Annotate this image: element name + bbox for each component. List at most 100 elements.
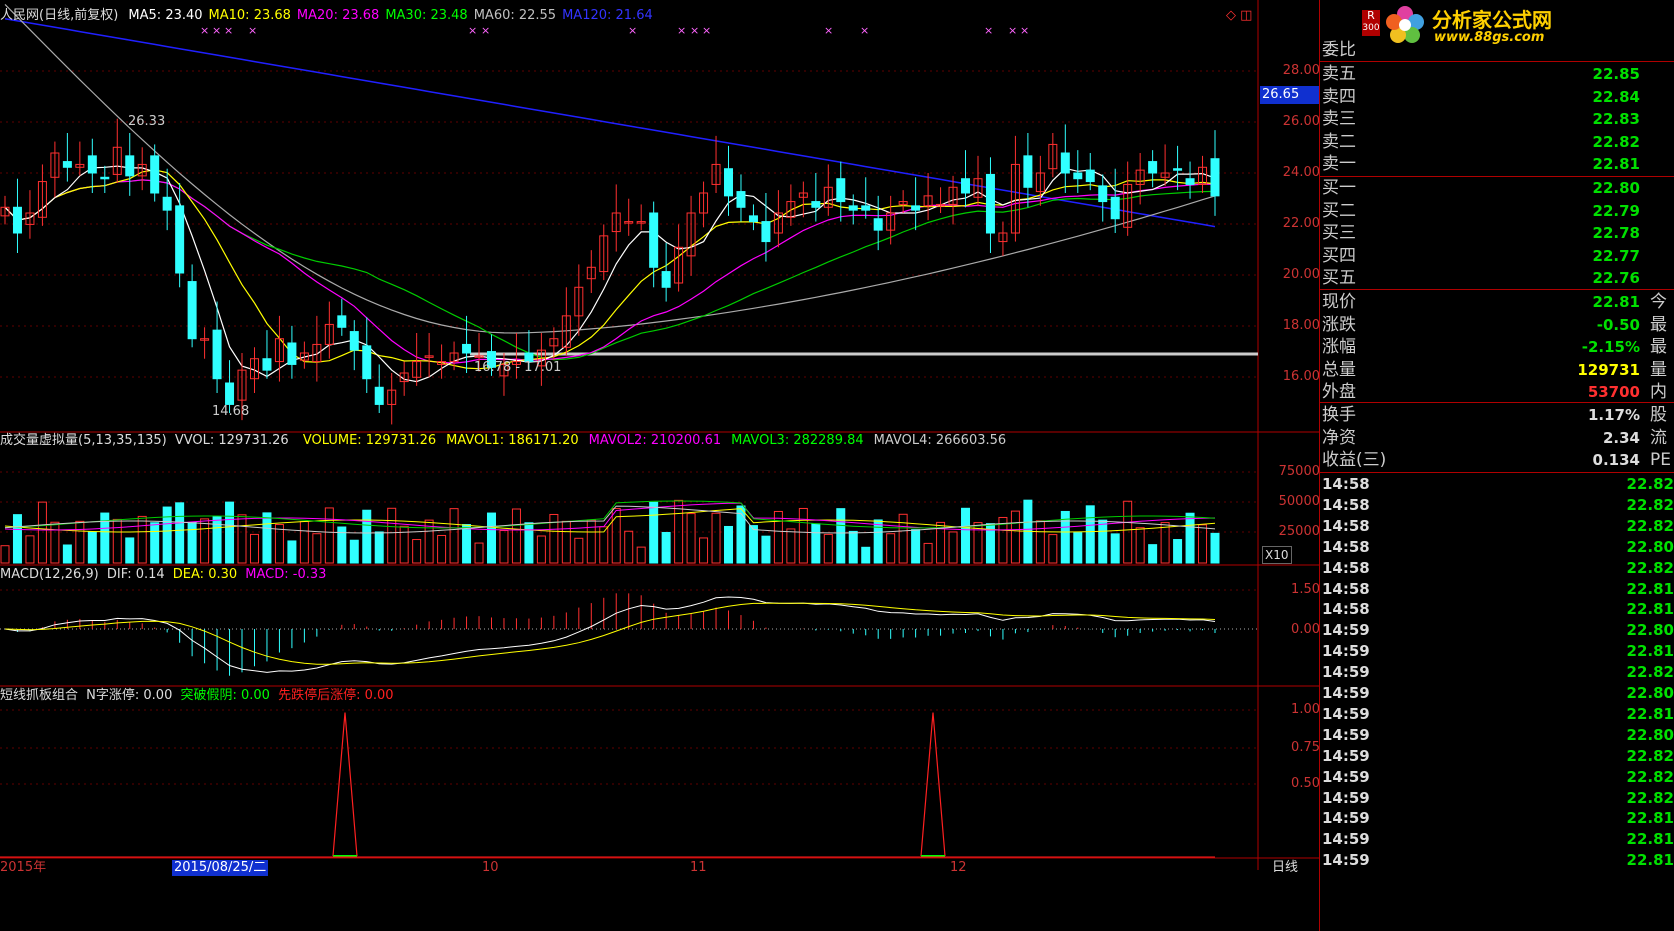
vol-label-4: MAVOL4: 266603.56 xyxy=(873,433,1007,448)
volume-bar-down xyxy=(12,514,22,564)
r-badge[interactable]: R 300 xyxy=(1362,10,1380,36)
tick-time: 14:59 xyxy=(1322,704,1370,723)
stats-label: 涨幅 xyxy=(1322,337,1356,358)
logo-text: 分析家公式网 xyxy=(1432,8,1552,32)
candle-down xyxy=(1185,178,1195,185)
volume-bar-up xyxy=(25,535,35,564)
sells-row: 卖五 22.85 xyxy=(1320,62,1674,86)
signal-marker: × xyxy=(1008,24,1017,37)
vvol-label: VVOL: 129731.26 xyxy=(174,433,289,448)
candle-down xyxy=(87,155,97,174)
volume-bar-up xyxy=(312,533,322,564)
ma10-line xyxy=(4,169,1216,370)
candle-down xyxy=(212,329,222,380)
candle-down xyxy=(1110,196,1120,220)
tick-row: 14:58 22.82 xyxy=(1320,515,1674,537)
volume-legend: 成交量虚拟量(5,13,35,135) VVOL: 129731.26 VOLU… xyxy=(0,433,1006,449)
tick-row: 14:59 22.81 xyxy=(1320,849,1674,871)
stats2-row: 净资 2.34 流 xyxy=(1320,426,1674,450)
ma20-line xyxy=(4,179,1216,364)
stats2-value: 2.34 xyxy=(1602,428,1640,447)
volume-bar-down xyxy=(1098,519,1108,564)
stats-label: 涨跌 xyxy=(1322,314,1356,335)
volume-bar-up xyxy=(274,524,284,564)
volume-bar-down xyxy=(761,535,771,564)
candle-down xyxy=(374,386,384,405)
volume-bar-up xyxy=(499,530,509,564)
candle-down xyxy=(1210,158,1220,197)
wei-label: 委比 xyxy=(1322,40,1356,60)
date-label-cursor[interactable]: 2015/08/25/二 xyxy=(172,860,269,876)
volume-bar-up xyxy=(898,513,908,564)
tick-price: 22.82 xyxy=(1626,495,1674,514)
stats-ext: 今 xyxy=(1650,292,1667,312)
volume-bar-up xyxy=(249,533,259,564)
candle-down xyxy=(748,215,758,223)
volume-bar-down xyxy=(748,525,758,564)
sells-value: 22.82 xyxy=(1592,132,1640,151)
signal-marker: × xyxy=(224,24,233,37)
buys-value: 22.79 xyxy=(1592,201,1640,220)
price-marker: 26.65 xyxy=(1260,86,1320,104)
tick-row: 14:59 22.80 xyxy=(1320,682,1674,704)
vol-axis-tick: 75000 xyxy=(1278,464,1320,479)
candle-down xyxy=(100,176,110,180)
price-axis-tick: 24.00 xyxy=(1282,165,1320,180)
stats2-ext: PE xyxy=(1650,450,1671,471)
tick-row: 14:59 22.82 xyxy=(1320,766,1674,788)
tick-price: 22.81 xyxy=(1626,600,1674,619)
volume-bar-up xyxy=(511,508,521,564)
volume-bar-up xyxy=(798,507,808,564)
volume-bar-down xyxy=(873,519,883,564)
chart-canvas[interactable]: × × × × × × × × × × × × × × × xyxy=(0,0,1320,931)
buys-label: 买二 xyxy=(1322,200,1356,221)
vol-label-1: MAVOL1: 186171.20 xyxy=(446,433,579,448)
candle-down xyxy=(1148,161,1158,174)
stats-value: -0.50 xyxy=(1596,315,1640,334)
candle-down xyxy=(1073,172,1083,180)
wei-row: 委比 xyxy=(1320,38,1674,62)
candle-down xyxy=(1173,168,1183,171)
volume-bar-down xyxy=(1073,532,1083,564)
buys-label: 买五 xyxy=(1322,268,1356,289)
volume-bar-down xyxy=(287,540,297,564)
stats-row: 总量 129731 量 xyxy=(1320,358,1674,382)
tick-price: 22.81 xyxy=(1626,704,1674,723)
candle-down xyxy=(125,155,135,177)
period-label[interactable]: 日线 xyxy=(1272,860,1298,876)
macd-axis-tick: 1.50 xyxy=(1291,582,1320,597)
volume-bar-up xyxy=(137,515,147,564)
signal-xd: 先跌停后涨停: 0.00 xyxy=(278,688,394,703)
sells-value: 22.84 xyxy=(1592,87,1640,106)
stats-value: -2.15% xyxy=(1581,338,1640,357)
volume-bar-down xyxy=(911,529,921,564)
tick-price: 22.82 xyxy=(1626,558,1674,577)
volume-bar-down xyxy=(362,509,372,564)
sells-row: 卖四 22.84 xyxy=(1320,85,1674,109)
stats2-value: 0.134 xyxy=(1592,451,1640,470)
volume-bar-up xyxy=(699,537,709,564)
candle-down xyxy=(1023,155,1033,188)
volume-bar-up xyxy=(237,514,247,564)
candle-down xyxy=(724,168,734,197)
signal-marker: × xyxy=(984,24,993,37)
candle-down xyxy=(225,382,235,405)
stats2-row: 收益(三) 0.134 PE xyxy=(1320,448,1674,472)
volume-bar-down xyxy=(225,501,235,564)
date-label-dec: 12 xyxy=(950,860,967,875)
candle-down xyxy=(985,173,995,234)
tick-time: 14:59 xyxy=(1322,684,1370,702)
tick-price: 22.81 xyxy=(1626,579,1674,598)
tick-price: 22.81 xyxy=(1626,851,1674,870)
candle-down xyxy=(848,205,858,211)
macd-axis-tick: 0.00 xyxy=(1291,622,1320,637)
stats2-value: 1.17% xyxy=(1587,406,1640,424)
window-icons[interactable]: ◇ ◫ xyxy=(1226,8,1252,24)
macd-dif: DIF: 0.14 xyxy=(106,567,165,582)
candle-down xyxy=(12,206,22,234)
stats-value: 129731 xyxy=(1577,360,1640,379)
signal-marker: × xyxy=(628,24,637,37)
sells-value: 22.83 xyxy=(1592,110,1640,129)
volume-bar-up xyxy=(449,508,459,564)
volume-bar-up xyxy=(37,501,47,564)
